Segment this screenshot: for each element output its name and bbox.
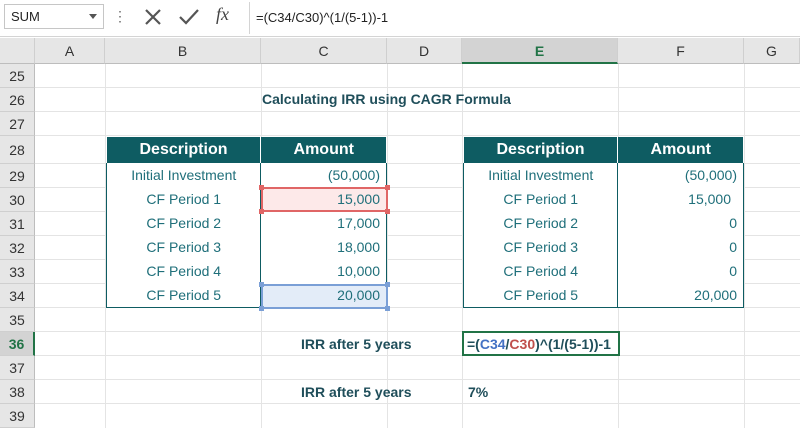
table-row: Initial Investment (50,000): [105, 163, 387, 187]
row-header-28[interactable]: 28: [0, 136, 35, 164]
cell-description[interactable]: CF Period 1: [105, 187, 262, 211]
table-row: Initial Investment (50,000): [462, 163, 744, 187]
formula-ref-c30: C30: [509, 336, 536, 352]
gridline: [35, 331, 800, 332]
gridline: [35, 87, 800, 88]
cell-amount[interactable]: 0: [617, 259, 744, 283]
cell-description[interactable]: CF Period 5: [462, 283, 619, 308]
cell-description[interactable]: Initial Investment: [105, 163, 262, 187]
chevron-down-icon[interactable]: [89, 14, 97, 19]
gridline: [744, 64, 745, 428]
cash-flow-table-right: Description Amount Initial Investment (5…: [462, 137, 744, 308]
irr-label: IRR after 5 years: [301, 384, 412, 400]
more-options-icon[interactable]: ⋮: [113, 8, 127, 25]
formula-ref-c34: C34: [479, 336, 506, 352]
table-row: CF Period 3 0: [462, 235, 744, 259]
row-header-30[interactable]: 30: [0, 188, 35, 212]
sheet-title: Calculating IRR using CAGR Formula: [262, 91, 511, 107]
insert-function-icon[interactable]: fx: [216, 4, 229, 25]
cell-amount[interactable]: (50,000): [260, 163, 387, 187]
row-header-27[interactable]: 27: [0, 112, 35, 136]
table-row: CF Period 4 0: [462, 259, 744, 283]
formula-input[interactable]: =(C34/C30)^(1/(5-1))-1: [256, 10, 388, 25]
cell-description[interactable]: CF Period 2: [462, 211, 619, 235]
cell-amount[interactable]: 0: [617, 211, 744, 235]
row-header-39[interactable]: 39: [0, 404, 35, 428]
column-header-description[interactable]: Description: [106, 137, 262, 163]
cell-amount-c30[interactable]: 15,000: [260, 187, 387, 211]
enter-icon[interactable]: [177, 6, 201, 28]
column-header-g[interactable]: G: [744, 38, 800, 64]
column-header-d[interactable]: D: [387, 38, 462, 64]
cancel-icon[interactable]: [141, 6, 165, 28]
active-cell-e36[interactable]: =(C34/C30)^(1/(5-1))-1: [462, 331, 620, 356]
column-header-amount[interactable]: Amount: [260, 137, 387, 163]
cell-description[interactable]: CF Period 4: [462, 259, 619, 283]
table-row: CF Period 4 10,000: [105, 259, 387, 283]
cell-description[interactable]: CF Period 1: [462, 187, 619, 211]
column-header-amount[interactable]: Amount: [617, 137, 744, 163]
gridline: [35, 355, 800, 356]
row-header-33[interactable]: 33: [0, 260, 35, 284]
cash-flow-table-left: Description Amount Initial Investment (5…: [105, 137, 387, 308]
column-header-a[interactable]: A: [35, 38, 105, 64]
cell-description[interactable]: CF Period 2: [105, 211, 262, 235]
gridline: [35, 379, 800, 380]
table-row: CF Period 1 15,000: [105, 187, 387, 211]
cell-description[interactable]: CF Period 4: [105, 259, 262, 283]
cell-amount[interactable]: 17,000: [260, 211, 387, 235]
column-header-f[interactable]: F: [618, 38, 744, 64]
row-header-25[interactable]: 25: [0, 64, 35, 88]
row-header-35[interactable]: 35: [0, 308, 35, 332]
gridline: [35, 111, 800, 112]
cell-amount[interactable]: (50,000): [617, 163, 744, 187]
table-row: CF Period 5 20,000: [105, 283, 387, 308]
table-row: CF Period 1 15,000: [462, 187, 744, 211]
cell-description[interactable]: Initial Investment: [462, 163, 619, 187]
row-header-34[interactable]: 34: [0, 284, 35, 308]
cell-amount-c34[interactable]: 20,000: [260, 283, 387, 308]
column-header-description[interactable]: Description: [463, 137, 619, 163]
cell-amount[interactable]: 0: [617, 235, 744, 259]
formula-part: =(: [467, 336, 480, 352]
irr-result[interactable]: 7%: [468, 384, 488, 400]
table-row: CF Period 2 17,000: [105, 211, 387, 235]
table-row: CF Period 5 20,000: [462, 283, 744, 308]
cell-description[interactable]: CF Period 3: [462, 235, 619, 259]
gridline: [387, 64, 388, 428]
gridline: [35, 403, 800, 404]
row-header-26[interactable]: 26: [0, 88, 35, 112]
name-box-value: SUM: [11, 9, 40, 24]
irr-label: IRR after 5 years: [301, 336, 412, 352]
row-header-32[interactable]: 32: [0, 236, 35, 260]
row-header-29[interactable]: 29: [0, 164, 35, 188]
table-header-row: Description Amount: [106, 137, 387, 163]
cell-amount[interactable]: 20,000: [617, 283, 744, 308]
select-all-corner[interactable]: [0, 38, 35, 64]
gridline: [35, 135, 800, 136]
formula-part: )^(1/(5-1))-1: [535, 336, 611, 352]
formula-bar: SUM ⋮ fx =(C34/C30)^(1/(5-1))-1: [0, 0, 800, 37]
column-header-e[interactable]: E: [462, 38, 618, 64]
cell-description[interactable]: CF Period 3: [105, 235, 262, 259]
row-header-38[interactable]: 38: [0, 380, 35, 404]
row-header-36[interactable]: 36: [0, 332, 35, 356]
row-header-31[interactable]: 31: [0, 212, 35, 236]
formula-bar-divider: [249, 2, 250, 34]
cell-amount[interactable]: 15,000: [617, 187, 744, 211]
cell-description[interactable]: CF Period 5: [105, 283, 262, 308]
column-header-c[interactable]: C: [261, 38, 387, 64]
cell-amount[interactable]: 10,000: [260, 259, 387, 283]
column-header-b[interactable]: B: [105, 38, 261, 64]
name-box[interactable]: SUM: [4, 4, 104, 29]
table-row: CF Period 3 18,000: [105, 235, 387, 259]
row-header-37[interactable]: 37: [0, 356, 35, 380]
table-header-row: Description Amount: [463, 137, 744, 163]
table-row: CF Period 2 0: [462, 211, 744, 235]
cell-amount[interactable]: 18,000: [260, 235, 387, 259]
